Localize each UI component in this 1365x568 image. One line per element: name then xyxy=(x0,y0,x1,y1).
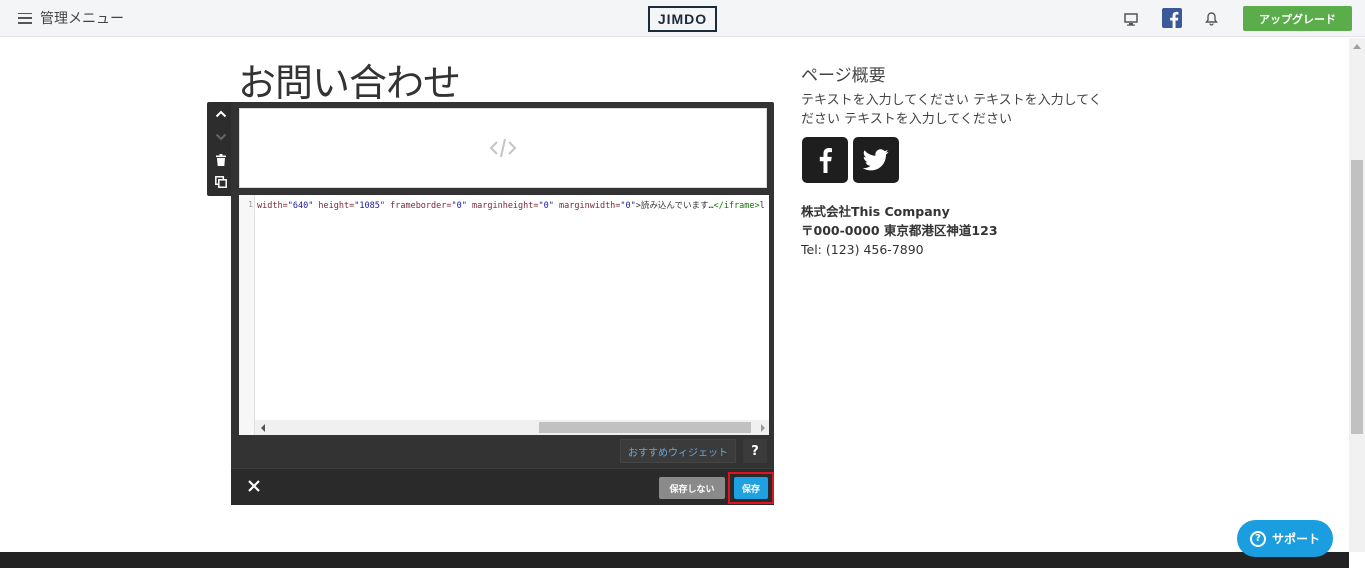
page-footer xyxy=(0,552,1349,568)
chevron-up-icon xyxy=(215,110,227,118)
help-button[interactable]: ? xyxy=(743,439,767,463)
help-circle-icon: ? xyxy=(1249,530,1266,547)
support-button[interactable]: ? サポート xyxy=(1237,520,1333,557)
scroll-right-arrow-icon[interactable] xyxy=(761,424,765,432)
page-scrollbar-thumb[interactable] xyxy=(1351,160,1363,434)
chevron-down-icon xyxy=(215,133,227,141)
monitor-icon[interactable] xyxy=(1121,9,1141,29)
admin-menu-label: 管理メニュー xyxy=(40,11,124,27)
code-attr: frameborder= xyxy=(384,201,452,211)
code-value: "1085" xyxy=(354,201,385,211)
sidebar-text[interactable]: テキストを入力してください テキストを入力してください テキストを入力してくださ… xyxy=(801,91,1111,129)
scroll-up-arrow-icon[interactable] xyxy=(1353,44,1361,49)
jimdo-logo[interactable]: JIMDO xyxy=(648,6,717,32)
save-button[interactable]: 保存 xyxy=(734,477,768,499)
bell-icon[interactable] xyxy=(1201,9,1221,29)
hamburger-icon xyxy=(18,12,32,24)
code-line[interactable]: width="640" height="1085" frameborder="0… xyxy=(257,199,769,211)
code-value: "0" xyxy=(538,201,554,211)
code-horizontal-scrollbar[interactable] xyxy=(255,420,769,435)
facebook-icon[interactable] xyxy=(1162,8,1182,28)
support-label: サポート xyxy=(1271,532,1320,546)
company-name: 株式会社This Company xyxy=(801,204,950,219)
facebook-icon xyxy=(819,148,832,173)
code-attr: height= xyxy=(313,201,355,211)
line-gutter: 1 xyxy=(239,195,255,435)
code-tail: l xyxy=(759,201,765,211)
widget-preview xyxy=(239,108,767,188)
copy-icon xyxy=(215,176,227,188)
company-info[interactable]: 株式会社This Company 〒000-0000 東京都港区神道123 Te… xyxy=(801,202,998,259)
editor-footer: 保存しない 保存 xyxy=(231,468,774,505)
html-widget-editor: 1 width="640" height="1085" frameborder=… xyxy=(231,102,774,505)
page-title[interactable]: お問い合わせ xyxy=(238,52,461,107)
company-tel: Tel: (123) 456-7890 xyxy=(801,242,924,257)
code-icon xyxy=(489,138,517,158)
admin-menu-button[interactable]: 管理メニュー xyxy=(18,8,124,28)
upgrade-button[interactable]: アップグレード xyxy=(1243,6,1352,31)
company-address: 〒000-0000 東京都港区神道123 xyxy=(801,223,998,238)
close-icon[interactable] xyxy=(245,477,263,495)
code-text: >読み込んでいます… xyxy=(635,201,714,211)
twitter-social-button[interactable] xyxy=(853,137,899,183)
line-number: 1 xyxy=(248,200,253,209)
save-highlight: 保存 xyxy=(728,472,774,504)
code-scrollbar-thumb[interactable] xyxy=(539,422,751,433)
discard-button[interactable]: 保存しない xyxy=(659,477,725,499)
code-editor[interactable]: 1 width="640" height="1085" frameborder=… xyxy=(239,195,769,435)
trash-icon xyxy=(216,154,226,166)
code-attr: width= xyxy=(257,201,288,211)
code-attr: marginwidth= xyxy=(553,201,621,211)
code-attr: marginheight= xyxy=(466,201,539,211)
facebook-social-button[interactable] xyxy=(802,137,848,183)
code-value: "0" xyxy=(620,201,636,211)
sidebar-title[interactable]: ページ概要 xyxy=(801,61,886,86)
code-value: "640" xyxy=(287,201,314,211)
recommended-widgets-button[interactable]: おすすめウィジェット xyxy=(620,439,736,463)
code-tag: </iframe> xyxy=(713,201,760,211)
scroll-left-arrow-icon[interactable] xyxy=(261,424,265,432)
twitter-icon xyxy=(863,149,889,171)
top-bar: 管理メニュー JIMDO アップグレード xyxy=(0,0,1365,37)
code-value: "0" xyxy=(451,201,467,211)
